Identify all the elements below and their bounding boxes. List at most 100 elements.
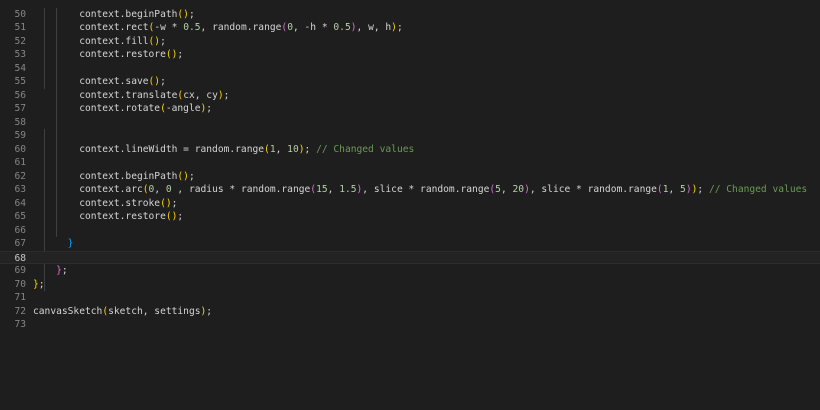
code-token: ;: [177, 49, 184, 60]
code-line-63[interactable]: 63 context.arc(0, 0 , radius * random.ra…: [0, 183, 820, 197]
code-token: ;: [160, 76, 166, 87]
code-line-53[interactable]: 53 context.restore();: [0, 48, 820, 62]
code-token: , w, h: [356, 22, 392, 33]
line-number: 58: [14, 116, 26, 128]
code-token: , slice * random.range: [362, 184, 490, 195]
code-line-50[interactable]: 50 context.beginPath();: [0, 8, 820, 22]
code-token: context.fill: [33, 35, 149, 47]
code-token: 20: [512, 184, 525, 195]
code-line-73[interactable]: 73: [0, 318, 820, 332]
code-token: ;: [38, 278, 45, 290]
code-token: (): [177, 170, 189, 182]
code-token: 1.5: [339, 184, 357, 195]
code-token: (): [165, 211, 178, 222]
code-line-72[interactable]: 72 canvasSketch(sketch, settings);: [0, 305, 820, 319]
code-text: canvasSketch(sketch, settings);: [33, 305, 212, 319]
code-text: };: [33, 278, 45, 292]
code-comment: // Changed values: [316, 143, 415, 155]
code-token: 0.5: [333, 22, 351, 33]
code-token: ,: [275, 143, 288, 155]
code-line-55[interactable]: 55 context.save();: [0, 75, 820, 89]
code-text: context.lineWidth = random.range(1, 10);…: [33, 143, 414, 157]
code-line-71[interactable]: 71: [0, 291, 820, 305]
code-token: ;: [61, 265, 68, 276]
code-text: context.rect(-w * 0.5, random.range(0, -…: [33, 21, 403, 35]
code-line-52[interactable]: 52 context.fill();: [0, 35, 820, 49]
code-editor[interactable]: 50 context.beginPath(); 51 context.rect(-…: [0, 0, 820, 410]
line-number: 53: [14, 49, 26, 60]
code-token: (): [148, 35, 161, 47]
code-text: }: [33, 237, 74, 251]
code-token: context.restore: [33, 211, 166, 222]
code-line-69[interactable]: 69 };: [0, 264, 820, 278]
code-token: , radius * random.range: [171, 184, 311, 195]
code-line-70[interactable]: 70};: [0, 278, 820, 292]
code-line-58[interactable]: 58: [0, 116, 820, 130]
code-token: -angle: [165, 103, 201, 114]
code-line-67[interactable]: 67 }: [0, 237, 820, 251]
line-number: 60: [14, 143, 26, 155]
line-number: 69: [14, 265, 26, 276]
line-number: 50: [14, 8, 26, 20]
code-token: context.save: [33, 76, 149, 87]
code-line-65[interactable]: 65 context.restore();: [0, 210, 820, 224]
code-text: context.beginPath();: [33, 8, 195, 22]
code-line-60[interactable]: 60 context.lineWidth = random.range(1, 1…: [0, 143, 820, 157]
line-number: 67: [14, 238, 26, 249]
code-line-57[interactable]: 57 context.rotate(-angle);: [0, 102, 820, 116]
code-line-62[interactable]: 62 context.beginPath();: [0, 170, 820, 184]
code-token: 0.5: [183, 22, 201, 33]
code-token: ;: [188, 8, 195, 20]
code-text: };: [33, 264, 68, 278]
code-text: context.translate(cx, cy);: [33, 89, 229, 103]
code-line-61[interactable]: 61: [0, 156, 820, 170]
code-text: context.restore();: [33, 210, 183, 224]
line-number: 55: [14, 76, 26, 87]
code-text: context.save();: [33, 75, 166, 89]
code-line-54[interactable]: 54: [0, 62, 820, 76]
code-token: context.beginPath: [33, 170, 178, 182]
code-token: (): [177, 8, 189, 20]
line-number: 57: [14, 103, 26, 114]
code-token: ;: [206, 305, 213, 317]
code-line-56[interactable]: 56 context.translate(cx, cy);: [0, 89, 820, 103]
code-token: context.rotate: [33, 103, 161, 114]
code-token: ,: [668, 184, 681, 195]
code-text: context.restore();: [33, 48, 183, 62]
line-number: 54: [14, 62, 26, 74]
code-line-59[interactable]: 59: [0, 129, 820, 143]
code-text: context.stroke();: [33, 197, 177, 211]
code-token: }: [67, 238, 74, 249]
code-token: context.restore: [33, 49, 166, 60]
code-token: ;: [188, 170, 195, 182]
code-token: (): [160, 197, 172, 209]
code-token: ;: [177, 211, 184, 222]
code-token: ;: [396, 22, 403, 33]
code-token: , slice * random.range: [529, 184, 657, 195]
code-token: 15: [316, 184, 328, 195]
code-line-64[interactable]: 64 context.stroke();: [0, 197, 820, 211]
code-line-66[interactable]: 66: [0, 224, 820, 238]
line-number: 68: [14, 252, 26, 264]
code-token: canvasSketch: [33, 305, 103, 317]
code-line-68[interactable]: 68: [0, 250, 820, 264]
line-number: 62: [14, 170, 26, 182]
line-number: 51: [14, 22, 26, 33]
code-token: context.beginPath: [33, 8, 178, 20]
code-token: , random.range: [200, 22, 282, 33]
code-token: ;: [171, 197, 178, 209]
code-token: , -h *: [292, 22, 334, 33]
line-number: 66: [14, 224, 26, 236]
code-token: ;: [223, 89, 230, 101]
code-token: -w *: [154, 22, 184, 33]
code-text: context.fill();: [33, 35, 166, 49]
code-token: context.translate: [33, 89, 178, 101]
line-number: 59: [14, 130, 26, 141]
code-line-51[interactable]: 51 context.rect(-w * 0.5, random.range(0…: [0, 21, 820, 35]
code-token: ;: [697, 184, 709, 195]
code-token: context.lineWidth = random.range: [33, 143, 265, 155]
code-token: 10: [287, 143, 299, 155]
line-number: 56: [14, 89, 26, 101]
